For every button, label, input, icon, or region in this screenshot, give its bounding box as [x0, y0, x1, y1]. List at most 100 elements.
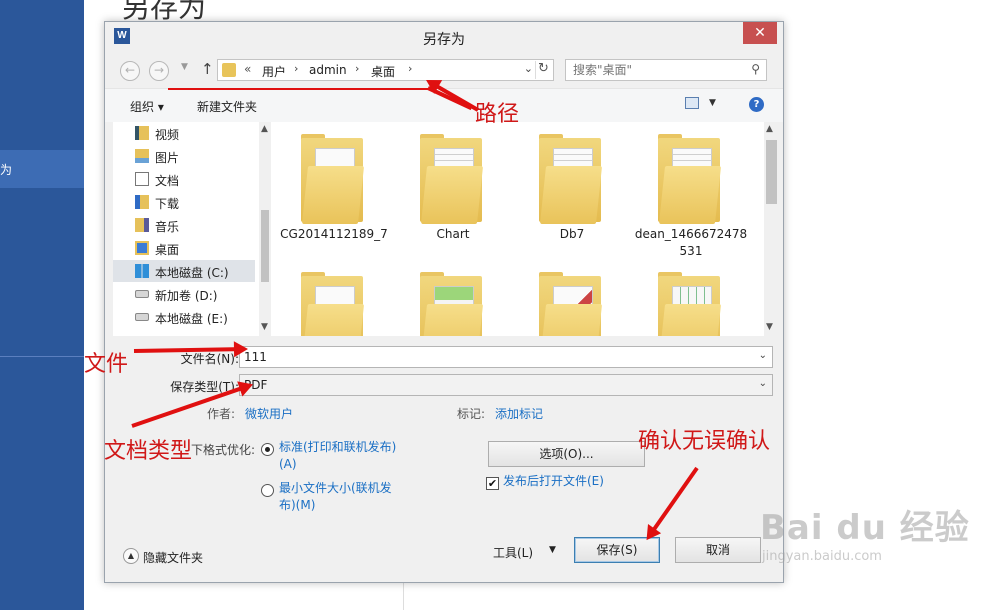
breadcrumb-desktop[interactable]: 桌面 — [371, 63, 395, 80]
up-arrow-icon[interactable]: ↑ — [201, 60, 214, 78]
scroll-down-icon[interactable]: ▼ — [261, 322, 268, 332]
open-after-publish-label[interactable]: 发布后打开文件(E) — [503, 473, 663, 490]
folder-item[interactable]: Chart — [394, 130, 512, 270]
location-folder-icon — [222, 63, 236, 77]
backstage-divider — [0, 356, 84, 357]
close-button[interactable]: ✕ — [743, 22, 777, 44]
navigation-bar: ← → ▼ ↑ « 用户 › admin › 桌面 › ⌄ ↻ ⚲ — [105, 52, 783, 88]
nav-item-documents[interactable]: 文档 — [113, 168, 255, 190]
video-folder-icon — [135, 126, 149, 140]
radio-standard[interactable] — [261, 443, 274, 456]
view-dropdown-icon[interactable]: ▼ — [709, 98, 716, 108]
backstage-selected-item[interactable]: 为 — [0, 150, 84, 188]
nav-item-desktop[interactable]: 桌面 — [113, 237, 255, 259]
documents-folder-icon — [135, 172, 149, 186]
search-input[interactable] — [573, 63, 733, 77]
breadcrumb-chevron-icon[interactable]: › — [294, 62, 298, 75]
nav-item-music[interactable]: 音乐 — [113, 214, 255, 236]
nav-item-label: 图片 — [155, 151, 180, 165]
nav-item-downloads[interactable]: 下载 — [113, 191, 255, 213]
radio-minimum-label[interactable]: 最小文件大小(联机发布)(M) — [279, 480, 403, 514]
breadcrumb-chevron-icon[interactable]: › — [408, 62, 412, 75]
folder-item[interactable] — [394, 268, 512, 336]
breadcrumb-admin[interactable]: admin — [309, 63, 347, 77]
radio-standard-label[interactable]: 标准(打印和联机发布)(A) — [279, 439, 409, 473]
address-bar[interactable]: « 用户 › admin › 桌面 › ⌄ ↻ — [217, 59, 554, 81]
folder-item[interactable]: CG2014112189_7 — [275, 130, 393, 270]
filename-field[interactable]: 111 ⌄ — [239, 346, 773, 368]
back-arrow-icon[interactable]: ← — [120, 61, 140, 81]
folder-icon — [301, 272, 365, 336]
author-value[interactable]: 微软用户 — [245, 405, 293, 422]
hide-folders-label: 隐藏文件夹 — [143, 551, 204, 565]
address-dropdown-icon[interactable]: ⌄ — [524, 62, 533, 75]
annotation-confirm: 确认无误确认 — [638, 429, 771, 454]
nav-item-label: 音乐 — [155, 220, 180, 234]
search-icon[interactable]: ⚲ — [751, 62, 760, 76]
folder-icon — [539, 134, 603, 224]
author-label: 作者: — [207, 407, 236, 421]
options-button[interactable]: 选项(O)... — [488, 441, 645, 467]
folder-name: Chart — [436, 227, 470, 241]
nav-item-videos[interactable]: 视频 — [113, 122, 255, 144]
new-folder-button[interactable]: 新建文件夹 — [197, 98, 257, 115]
recent-locations-dropdown-icon[interactable]: ▼ — [181, 62, 188, 72]
nav-item-drive-c[interactable]: 本地磁盘 (C:) — [113, 260, 255, 282]
downloads-folder-icon — [135, 195, 149, 209]
nav-item-drive-d[interactable]: 新加卷 (D:) — [113, 283, 255, 305]
nav-item-pictures[interactable]: 图片 — [113, 145, 255, 167]
cancel-button[interactable]: 取消 — [675, 537, 761, 563]
scroll-up-icon[interactable]: ▲ — [766, 124, 773, 134]
view-icon[interactable] — [685, 97, 699, 109]
file-scrollbar[interactable]: ▲ ▼ — [764, 122, 779, 336]
folder-icon — [420, 134, 484, 224]
file-scroll-thumb[interactable] — [766, 140, 777, 204]
filetype-dropdown-icon[interactable]: ⌄ — [759, 378, 767, 389]
nav-item-drive-e[interactable]: 本地磁盘 (E:) — [113, 306, 255, 328]
breadcrumb-users[interactable]: 用户 — [262, 63, 286, 80]
breadcrumb-chevron-icon[interactable]: › — [355, 62, 359, 75]
annotation-file: 文件 — [84, 352, 129, 377]
folder-name: Db7 — [559, 227, 585, 241]
file-list: CG2014112189_7 Chart Db7 dean_1466672478… — [271, 122, 764, 336]
nav-item-label: 文档 — [155, 174, 180, 188]
tools-dropdown-icon: ▼ — [549, 545, 556, 555]
nav-item-label: 新加卷 (D:) — [155, 289, 218, 303]
folder-item[interactable] — [513, 268, 631, 336]
nav-item-label: 视频 — [155, 128, 180, 142]
nav-scroll-thumb[interactable] — [261, 210, 269, 282]
nav-item-label: 本地磁盘 (C:) — [155, 266, 229, 280]
help-icon[interactable]: ? — [749, 97, 764, 112]
watermark-logo: Bai du 经验 — [760, 508, 970, 548]
tags-label: 标记: — [457, 407, 486, 421]
scroll-down-icon[interactable]: ▼ — [766, 322, 773, 332]
forward-arrow-icon[interactable]: → — [149, 61, 169, 81]
annotation-path: 路径 — [475, 102, 520, 127]
scroll-up-icon[interactable]: ▲ — [261, 124, 268, 134]
tags-value[interactable]: 添加标记 — [495, 405, 543, 422]
filetype-select[interactable]: PDF ⌄ — [239, 374, 773, 396]
save-as-dialog: W 另存为 ✕ ← → ▼ ↑ « 用户 › admin › 桌面 › ⌄ ↻ … — [104, 21, 784, 583]
optimize-label: 下格式优化: — [191, 443, 256, 457]
folder-item[interactable]: dean_1466672478531 — [632, 130, 750, 270]
nav-item-label: 桌面 — [155, 243, 180, 257]
drive-icon — [135, 313, 149, 321]
music-folder-icon — [135, 218, 149, 232]
refresh-icon[interactable]: ↻ — [535, 61, 551, 79]
address-overflow[interactable]: « — [244, 62, 251, 76]
radio-minimum[interactable] — [261, 484, 274, 497]
tools-menu[interactable]: 工具(L) ▼ — [493, 544, 556, 561]
open-after-publish-checkbox[interactable]: ✔ — [486, 477, 499, 490]
folder-item[interactable] — [275, 268, 393, 336]
chevron-up-icon: ▲ — [123, 548, 139, 564]
dialog-titlebar: W 另存为 ✕ — [105, 22, 783, 52]
search-box[interactable]: ⚲ — [565, 59, 767, 81]
folder-item[interactable] — [632, 268, 750, 336]
filename-dropdown-icon[interactable]: ⌄ — [759, 350, 767, 361]
nav-scrollbar[interactable]: ▲ ▼ — [259, 122, 269, 336]
folder-item[interactable]: Db7 — [513, 130, 631, 270]
organize-menu[interactable]: 组织 ▾ — [130, 98, 164, 115]
folder-name: dean_1466672478531 — [634, 227, 748, 258]
folder-icon — [301, 134, 365, 224]
windows-drive-icon — [135, 264, 149, 278]
